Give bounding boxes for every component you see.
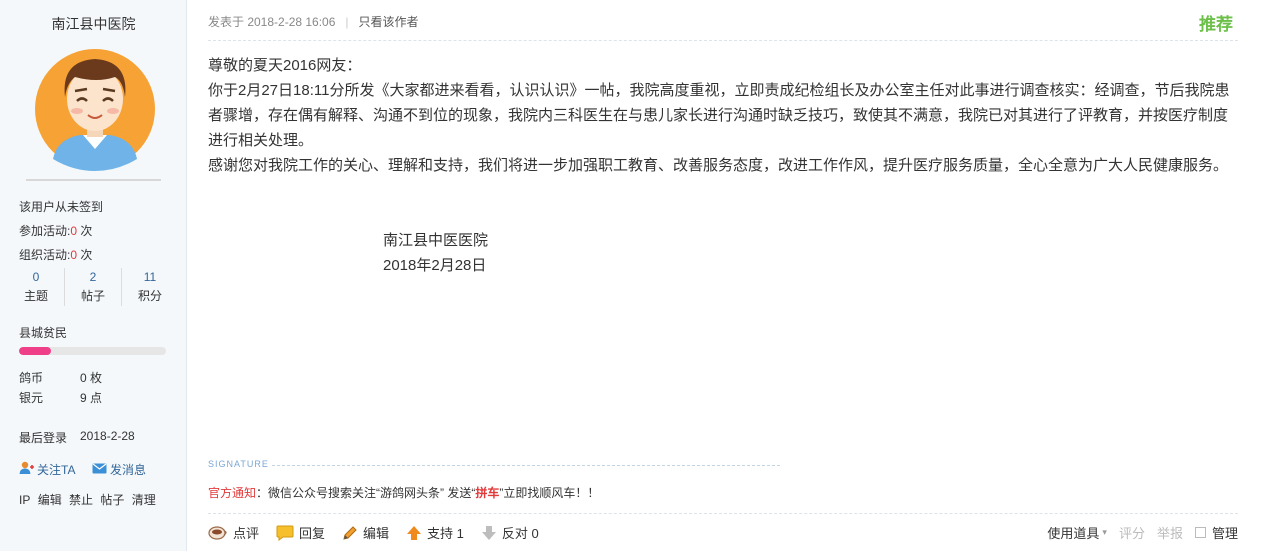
activity-organize: 组织活动:0 次: [19, 248, 93, 262]
admin-posts[interactable]: 帖子: [100, 493, 124, 507]
user-level[interactable]: 县城贫民: [19, 324, 67, 341]
user-counts: 0 主题 2 帖子 11 积分: [8, 268, 178, 306]
envelope-icon: [92, 463, 107, 477]
official-notice: 官方通知：微信公众号搜索关注“游鸽网头条” 发送“拼车”立即找顺风车！！: [208, 486, 600, 500]
recommend-button[interactable]: 推荐: [1199, 10, 1233, 35]
post-paragraph: 你于2月27日18:11分所发《大家都进来看看，认识认识》一帖，我院高度重视，立…: [208, 82, 1230, 149]
author-username[interactable]: 南江县中医院: [0, 14, 187, 34]
signoff-org: 南江县中医医院: [383, 232, 489, 249]
edit-button[interactable]: 编辑: [342, 523, 389, 542]
support-button[interactable]: 支持 1: [406, 523, 464, 542]
thumb-up-arrow-icon: [406, 525, 422, 541]
signin-status: 该用户从未签到: [19, 200, 104, 214]
post-signoff: 南江县中医医院 2018年2月28日: [383, 228, 488, 278]
follow-button[interactable]: 关注TA: [19, 461, 75, 478]
currency-silver: 银元 9 点: [19, 391, 103, 405]
reply-button[interactable]: 回复: [276, 523, 325, 542]
last-login: 最后登录 2018-2-28: [19, 429, 135, 445]
rate-button[interactable]: 评分: [1119, 523, 1145, 542]
signoff-date: 2018年2月28日: [383, 257, 487, 274]
notice-label[interactable]: 官方通知: [208, 486, 256, 500]
admin-clean[interactable]: 清理: [132, 493, 156, 507]
count-points[interactable]: 11 积分: [122, 268, 178, 306]
avatar-divider: [26, 179, 161, 181]
post-actions: 点评 回复 编辑 支持 1 反对 0: [208, 523, 556, 542]
down-arrow-icon: [481, 525, 497, 541]
footer-divider: [208, 513, 1238, 514]
comment-button[interactable]: 点评: [208, 523, 259, 542]
signature-divider: [272, 465, 780, 466]
level-progress-bar: [19, 347, 166, 355]
speech-bubble-icon: [276, 525, 294, 541]
meta-separator: |: [345, 14, 349, 29]
post-meta: 发表于 2018-2-28 16:06 | 只看该作者: [208, 13, 419, 30]
author-sidebar: 南江县中医院 该用户从未签到 参加活动:0 次 组织活动:0 次 0 主题 2 …: [0, 0, 187, 551]
send-message-button[interactable]: 发消息: [92, 461, 146, 478]
chevron-down-icon: ▾: [1102, 527, 1107, 537]
post-content: 尊敬的夏天2016网友： 你于2月27日18:11分所发《大家都进来看看，认识认…: [208, 53, 1238, 178]
count-posts[interactable]: 2 帖子: [65, 268, 122, 306]
admin-ban[interactable]: 禁止: [69, 493, 93, 507]
admin-ip[interactable]: IP: [19, 493, 30, 507]
post-paragraph: 感谢您对我院工作的关心、理解和支持，我们将进一步加强职工教育、改善服务态度，改进…: [208, 157, 1229, 174]
admin-links: IP 编辑 禁止 帖子 清理: [19, 491, 160, 508]
count-threads[interactable]: 0 主题: [8, 268, 65, 306]
level-progress-fill: [19, 347, 52, 355]
manage-button[interactable]: 管理: [1194, 523, 1238, 542]
author-only-link[interactable]: 只看该作者: [359, 13, 419, 30]
use-tool-menu[interactable]: 使用道具 ▾: [1047, 523, 1107, 542]
admin-edit[interactable]: 编辑: [38, 493, 62, 507]
signature-label: SIGNATURE: [208, 459, 269, 469]
notice-highlight: 拼车: [475, 486, 500, 500]
avatar[interactable]: [35, 47, 155, 171]
oppose-button[interactable]: 反对 0: [481, 523, 539, 542]
follow-user-icon: [19, 461, 34, 478]
checkbox-icon: [1194, 527, 1206, 538]
post-greeting: 尊敬的夏天2016网友：: [208, 57, 362, 74]
pencil-icon: [342, 525, 358, 541]
post-tools: 使用道具 ▾ 评分 举报 管理: [1035, 523, 1238, 542]
post-time: 发表于 2018-2-28 16:06: [208, 15, 336, 29]
report-button[interactable]: 举报: [1157, 523, 1183, 542]
coffee-cup-icon: [208, 525, 228, 541]
header-divider: [208, 40, 1238, 41]
currency-pigeon-coin: 鸽币 0 枚: [19, 371, 103, 385]
activity-join: 参加活动:0 次: [19, 224, 93, 238]
